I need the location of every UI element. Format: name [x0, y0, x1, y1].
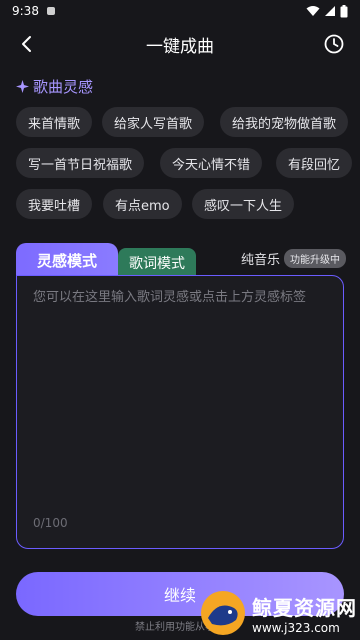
chevron-left-icon [22, 36, 31, 52]
tag-emo[interactable]: 有点emo [103, 189, 182, 219]
watermark-name: 鲸夏资源网 [252, 595, 357, 620]
status-bar: 9:38 [0, 0, 360, 22]
watermark: 鲸夏资源网 www.j323.com [198, 586, 360, 640]
pure-music-label: 纯音乐 [240, 253, 280, 268]
tag-love-song[interactable]: 来首情歌 [16, 107, 93, 137]
signal-icon [325, 6, 335, 16]
tag-complain[interactable]: 我要吐槽 [16, 189, 93, 219]
lyric-input-area[interactable]: 您可以在这里输入歌词灵感或点击上方灵感标签 0/100 [16, 275, 344, 549]
tag-pet-song[interactable]: 给我的宠物做首歌 [220, 107, 349, 137]
status-left: 9:38 [12, 4, 55, 18]
pure-music-option[interactable]: 纯音乐 功能升级中 [241, 249, 346, 268]
tag-good-mood[interactable]: 今天心情不错 [160, 148, 263, 178]
clock-icon [324, 34, 344, 54]
tab-inspiration-mode[interactable]: 灵感模式 [16, 243, 118, 277]
upgrade-badge: 功能升级中 [284, 249, 346, 268]
tag-life[interactable]: 感叹一下人生 [192, 189, 295, 219]
inspiration-header: 歌曲灵感 [16, 76, 93, 97]
tag-family-song[interactable]: 给家人写首歌 [102, 107, 205, 137]
tag-holiday-song[interactable]: 写一首节日祝福歌 [16, 148, 145, 178]
status-right [306, 4, 348, 18]
page-title: 一键成曲 [146, 36, 214, 57]
wifi-icon [306, 6, 320, 16]
back-button[interactable] [12, 30, 40, 58]
whale-logo-icon [201, 591, 245, 635]
tag-memory[interactable]: 有段回忆 [276, 148, 353, 178]
input-placeholder: 您可以在这里输入歌词灵感或点击上方灵感标签 [33, 290, 307, 305]
watermark-url: www.j323.com [252, 620, 340, 635]
watermark-text: 鲸夏资源网 www.j323.com [252, 592, 357, 635]
notification-icon [46, 7, 55, 15]
status-time: 9:38 [12, 4, 39, 18]
inspiration-title: 歌曲灵感 [33, 78, 94, 96]
battery-icon [340, 4, 348, 17]
history-button[interactable] [320, 30, 348, 58]
char-counter: 0/100 [33, 516, 68, 530]
tab-lyric-mode[interactable]: 歌词模式 [118, 248, 196, 277]
mode-tabs: 灵感模式 歌词模式 纯音乐 功能升级中 [16, 243, 346, 277]
nav-bar: 一键成曲 [0, 22, 360, 66]
sparkle-icon [16, 80, 29, 93]
